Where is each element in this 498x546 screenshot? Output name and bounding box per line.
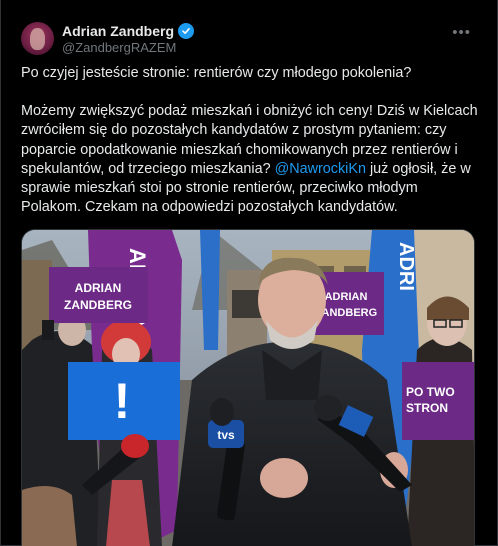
tweet-text: Po czyjej jesteście stronie: rentierów c… <box>21 64 479 217</box>
sign-far-right-line2: STRON <box>406 401 448 415</box>
sign-left <box>49 267 148 323</box>
sign-left-line1: ADRIAN <box>75 281 122 295</box>
author-avatar[interactable] <box>21 22 54 55</box>
author-name-row: Adrian Zandberg <box>62 23 195 39</box>
mention-link[interactable]: @NawrockiKn <box>275 161 366 177</box>
author-handle[interactable]: @ZandbergRAZEM <box>62 40 176 55</box>
author-name[interactable]: Adrian Zandberg <box>62 23 174 39</box>
banner-right-text: ADRI <box>395 242 417 291</box>
sign-blue-exclamation: ! <box>114 373 131 429</box>
tweet-paragraph-1: Po czyjej jesteście stronie: rentierów c… <box>21 65 412 81</box>
more-options-icon[interactable]: ••• <box>452 24 471 41</box>
sign-left-line2: ZANDBERG <box>64 298 132 312</box>
tweet-header: Adrian Zandberg @ZandbergRAZEM ••• <box>21 18 477 58</box>
verified-badge-icon <box>178 23 195 39</box>
tweet-paragraph-2: Możemy zwiększyć podaż mieszkań i obniży… <box>21 102 479 217</box>
sign-right-line1: ADRIAN <box>325 291 368 303</box>
photo-scene: ADRIAN ADRI ADRIAN ZANDBERG ! <box>22 230 474 546</box>
tweet-photo[interactable]: ADRIAN ADRI ADRIAN ZANDBERG ! <box>21 229 475 546</box>
mic-brand-label: tvs <box>217 428 235 442</box>
sign-far-right-line1: PO TWO <box>406 385 455 399</box>
tweet-card[interactable]: Adrian Zandberg @ZandbergRAZEM ••• Po cz… <box>0 0 498 546</box>
